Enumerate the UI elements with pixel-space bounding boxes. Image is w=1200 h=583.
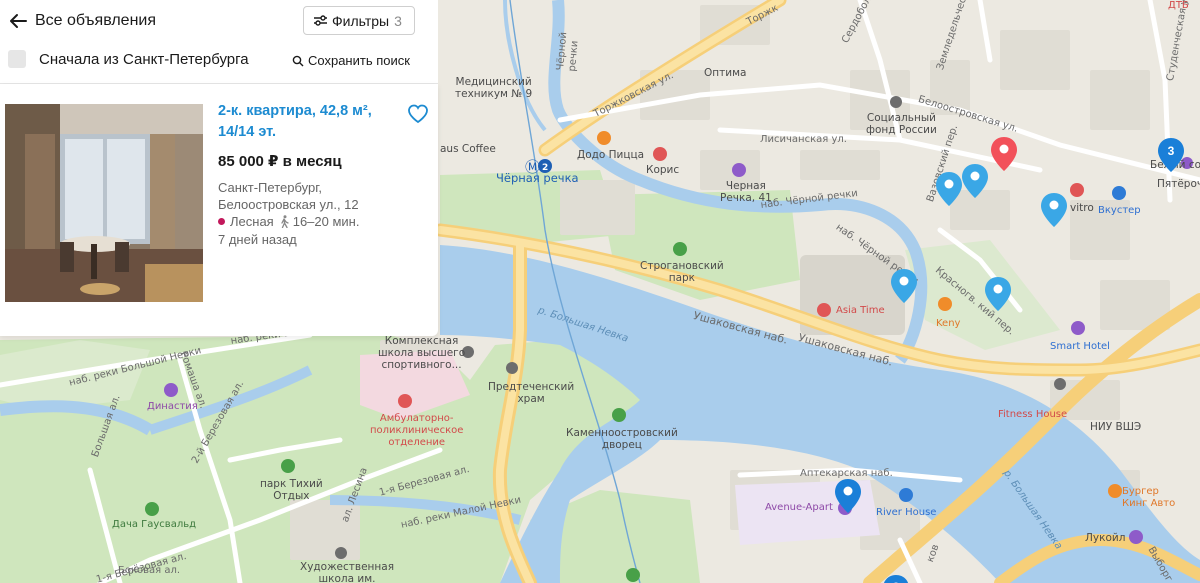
back-link[interactable]: Все объявления <box>8 10 156 32</box>
walking-icon <box>281 215 289 228</box>
heart-icon[interactable] <box>407 104 429 124</box>
metro-station-name: Лесная <box>230 214 274 229</box>
label-dodo: Додо Пицца <box>577 149 645 161</box>
back-label: Все объявления <box>35 12 157 29</box>
label-metro-station: Чёрная речка <box>496 171 579 185</box>
filters-button[interactable]: Фильтры 3 <box>303 6 415 35</box>
label-asiatime: Asia Time <box>836 305 885 316</box>
listing-address: Белоостровская ул., 12 <box>218 197 359 212</box>
label-bokovaya: Боковая ал. <box>118 565 181 576</box>
cluster-count: 3 <box>1167 144 1175 158</box>
label-optima: Оптима <box>704 67 747 79</box>
label-riverhouse: River House <box>876 507 937 518</box>
spb-first-checkbox[interactable] <box>8 50 26 68</box>
label-burger: Бургер Кинг Авто <box>1122 486 1176 509</box>
label-gausvald: Дача Гаусвальд <box>112 519 197 530</box>
search-plus-icon <box>292 55 304 66</box>
sliders-icon <box>314 15 327 26</box>
walk-time: 16–20 мин. <box>292 214 360 229</box>
label-chernoy-rechki: Чёрной речки <box>555 31 581 73</box>
map-cluster-pin[interactable]: 3 <box>1157 137 1185 173</box>
label-fitness: Fitness House <box>998 409 1068 420</box>
map-pin-selected[interactable] <box>990 136 1018 172</box>
spb-first-label: Сначала из Санкт-Петербурга <box>39 50 249 68</box>
listing-photo[interactable] <box>5 104 203 302</box>
arrow-left-icon <box>10 14 27 28</box>
filters-count: 3 <box>394 12 402 29</box>
label-koris: Корис <box>646 164 680 176</box>
listing-date: 7 дней назад <box>218 232 297 247</box>
label-coffee: aus Coffee <box>440 143 496 155</box>
listing-card[interactable]: 2-к. квартира, 42,8 м², 14/14 эт. 85 000… <box>0 84 438 336</box>
listing-metro: Лесная 16–20 мин. <box>218 214 359 229</box>
label-dinastia: Династия <box>147 401 198 412</box>
search-header: Все объявления Фильтры 3 Сначала из Санк… <box>0 0 438 84</box>
map-pin[interactable] <box>984 276 1012 312</box>
listing-city: Санкт-Петербург, <box>218 180 322 195</box>
spb-first-toggle[interactable]: Сначала из Санкт-Петербурга <box>8 50 249 68</box>
map-pin[interactable] <box>834 478 862 514</box>
label-kompleks: Комплексная школа высшего спортивного... <box>378 335 466 371</box>
label-smart: Smart Hotel <box>1050 341 1110 352</box>
label-lisichanskaya: Лисичанская ул. <box>760 134 847 145</box>
filters-label: Фильтры <box>332 12 390 29</box>
map-pin[interactable] <box>890 268 918 304</box>
metro-line-dot <box>218 218 225 225</box>
listing-price: 85 000 ₽ в месяц <box>218 153 342 170</box>
label-tekhnikum: Медицинский техникум № 9 <box>455 76 533 100</box>
map-pin[interactable] <box>935 171 963 207</box>
map-pin[interactable] <box>882 574 910 583</box>
label-kenny: Keny <box>936 318 961 329</box>
label-niu: НИУ ВШЭ <box>1090 421 1142 433</box>
save-search-label: Сохранить поиск <box>308 53 410 68</box>
map-pin[interactable] <box>1040 192 1068 228</box>
listing-title[interactable]: 2-к. квартира, 42,8 м², 14/14 эт. <box>218 101 398 143</box>
label-stroganov: Строгановский парк <box>640 260 724 284</box>
label-ambul: Амбулаторно- поликлиническое отделение <box>370 413 464 448</box>
label-art-school: Художественная школа им. <box>300 561 395 583</box>
label-fond: Социальный фонд России <box>866 112 937 136</box>
label-avenue: Avenue-Apart <box>765 502 833 513</box>
label-corner: ДТБ <box>1168 0 1189 11</box>
label-kamen: Каменноостровский дворец <box>566 427 678 451</box>
label-vitro: vitro <box>1070 202 1094 214</box>
save-search-button[interactable]: Сохранить поиск <box>292 53 410 68</box>
label-lukoil: Лукойл <box>1085 532 1126 544</box>
label-tikhiy: парк Тихий Отдых <box>260 478 323 502</box>
map-pin[interactable] <box>961 163 989 199</box>
label-vkuster: Вкустер <box>1098 205 1141 216</box>
label-pyaterochka: Пятёроч... <box>1157 178 1200 190</box>
label-predtech: Предтеченский храм <box>488 381 575 405</box>
